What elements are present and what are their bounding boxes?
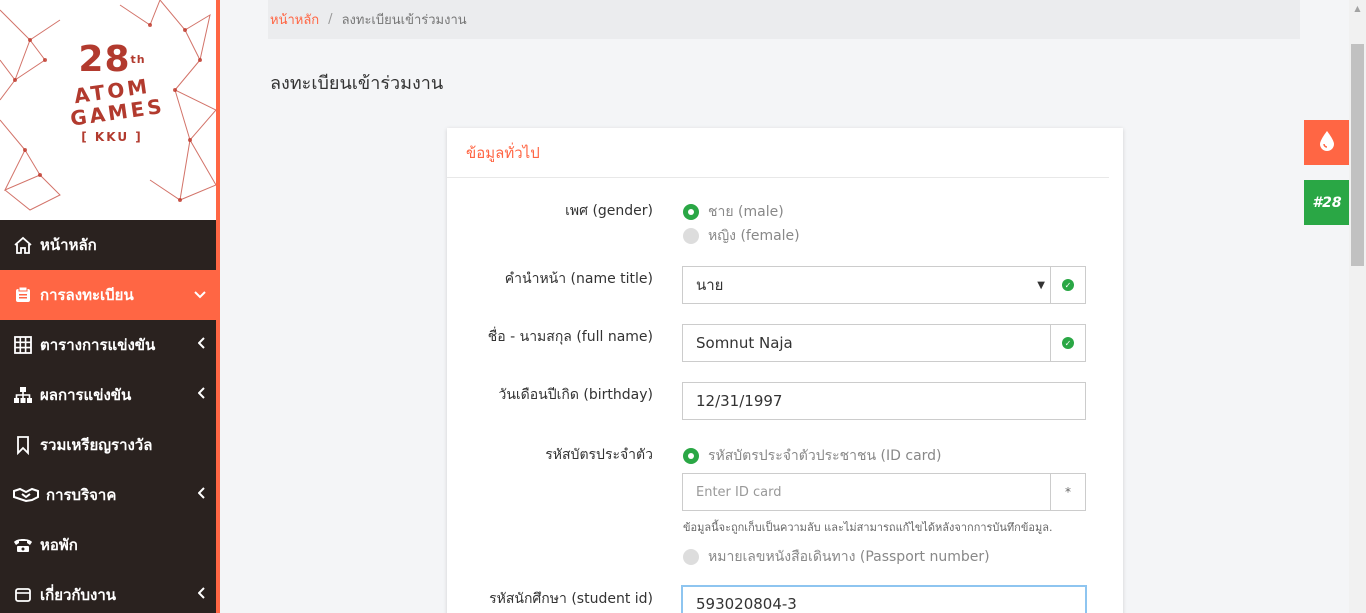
- chevron-left-icon: [197, 337, 206, 353]
- check-icon: ✓: [1062, 279, 1074, 291]
- student-id-label: รหัสนักศึกษา (student id): [489, 591, 653, 607]
- id-card-radio[interactable]: รหัสบัตรประจำตัวประชาชน (ID card): [683, 445, 942, 467]
- handshake-icon: [12, 484, 40, 506]
- passport-radio[interactable]: หมายเลขหนังสือเดินทาง (Passport number): [683, 546, 990, 568]
- breadcrumb-separator: /: [328, 12, 333, 27]
- blood-drop-icon: [1318, 130, 1336, 156]
- table-grid-icon: [12, 334, 34, 356]
- sidebar-item-label: หอพัก: [40, 536, 78, 554]
- gender-male-label: ชาย (male): [708, 204, 784, 220]
- chevron-left-icon: [197, 487, 206, 503]
- sidebar-item-donation[interactable]: การบริจาค: [0, 470, 216, 520]
- full-name-label: ชื่อ - นามสกุล (full name): [487, 329, 653, 345]
- scrollbar-thumb[interactable]: [1351, 44, 1364, 266]
- sidebar-item-label: ผลการแข่งขัน: [40, 386, 132, 404]
- sidebar-item-medals[interactable]: รวมเหรียญรางวัล: [0, 420, 216, 470]
- full-name-input[interactable]: Somnut Naja ✓: [682, 324, 1086, 362]
- sidebar-item-home[interactable]: หน้าหลัก: [0, 220, 216, 270]
- sidebar-item-label: หน้าหลัก: [40, 236, 97, 254]
- edition-badge-label: #28: [1312, 194, 1342, 211]
- breadcrumb: หน้าหลัก / ลงทะเบียนเข้าร่วมงาน: [268, 0, 1300, 39]
- info-icon: [12, 584, 34, 606]
- name-title-label: คำนำหน้า (name title): [504, 271, 653, 287]
- id-card-input[interactable]: Enter ID card *: [682, 473, 1086, 511]
- chevron-left-icon: [197, 387, 206, 403]
- birthday-input[interactable]: 12/31/1997: [682, 382, 1086, 420]
- logo[interactable]: 28th ATOM GAMES [ KKU ]: [0, 0, 216, 220]
- sidebar: 28th ATOM GAMES [ KKU ] หน้าหลัก การลงทะ…: [0, 0, 220, 613]
- blood-drop-button[interactable]: [1304, 120, 1350, 165]
- logo-tag: [ KKU ]: [81, 130, 143, 144]
- required-mark: *: [1050, 474, 1085, 510]
- name-title-select[interactable]: นาย ▼ ✓: [682, 266, 1086, 304]
- student-id-input[interactable]: 593020804-3: [681, 585, 1087, 613]
- passport-option-label: หมายเลขหนังสือเดินทาง (Passport number): [708, 549, 990, 565]
- sidebar-item-dorm[interactable]: หอพัก: [0, 520, 216, 570]
- sidebar-item-label: รวมเหรียญรางวัล: [40, 436, 153, 454]
- card-title: ข้อมูลทั่วไป: [447, 128, 1109, 178]
- registration-card: ข้อมูลทั่วไป เพศ (gender) ชาย (male) หญิ…: [447, 128, 1123, 613]
- sidebar-item-label: ตารางการแข่งขัน: [40, 336, 156, 354]
- breadcrumb-home-link[interactable]: หน้าหลัก: [270, 9, 319, 30]
- bookmark-icon: [12, 434, 34, 456]
- sitemap-icon: [12, 384, 34, 406]
- scroll-up-arrow-icon[interactable]: ▲: [1349, 0, 1366, 17]
- id-card-option-label: รหัสบัตรประจำตัวประชาชน (ID card): [708, 448, 942, 464]
- full-name-value: Somnut Naja: [696, 334, 793, 352]
- sidebar-item-results[interactable]: ผลการแข่งขัน: [0, 370, 216, 420]
- name-title-value: นาย: [696, 276, 724, 294]
- sidebar-item-label: การลงทะเบียน: [40, 286, 134, 304]
- chevron-left-icon: [197, 587, 206, 603]
- gender-female-label: หญิง (female): [708, 228, 800, 244]
- gender-female-radio[interactable]: หญิง (female): [683, 225, 800, 247]
- chevron-down-icon: [194, 287, 206, 303]
- id-card-placeholder: Enter ID card: [696, 484, 782, 500]
- name-title-valid: ✓: [1050, 267, 1085, 303]
- home-icon: [12, 234, 34, 256]
- breadcrumb-current: ลงทะเบียนเข้าร่วมงาน: [341, 13, 467, 28]
- sidebar-item-schedule[interactable]: ตารางการแข่งขัน: [0, 320, 216, 370]
- phone-icon: [12, 534, 34, 556]
- logo-text: 28th ATOM GAMES [ KKU ]: [69, 40, 166, 145]
- id-card-label: รหัสบัตรประจำตัว: [545, 447, 653, 463]
- sidebar-item-label: เกี่ยวกับงาน: [40, 586, 117, 604]
- radio-unselected-icon: [683, 228, 699, 244]
- sidebar-item-about[interactable]: เกี่ยวกับงาน: [0, 570, 216, 613]
- radio-unselected-icon: [683, 549, 699, 565]
- page-scrollbar[interactable]: ▲: [1349, 0, 1366, 613]
- page-title: ลงทะเบียนเข้าร่วมงาน: [270, 73, 444, 94]
- id-card-hint: ข้อมูลนี้จะถูกเก็บเป็นความลับ และไม่สามา…: [683, 521, 1053, 534]
- sidebar-item-register[interactable]: การลงทะเบียน: [0, 270, 216, 320]
- radio-selected-icon: [683, 448, 699, 464]
- register-icon: [12, 284, 34, 306]
- sidebar-item-label: การบริจาค: [46, 486, 117, 504]
- birthday-label: วันเดือนปีเกิด (birthday): [498, 387, 653, 403]
- birthday-value: 12/31/1997: [696, 392, 783, 410]
- caret-down-icon: ▼: [1037, 279, 1045, 291]
- radio-selected-icon: [683, 204, 699, 220]
- full-name-valid: ✓: [1050, 325, 1085, 361]
- gender-male-radio[interactable]: ชาย (male): [683, 201, 784, 223]
- student-id-value: 593020804-3: [696, 595, 797, 613]
- check-icon: ✓: [1062, 337, 1074, 349]
- edition-badge-button[interactable]: #28: [1304, 180, 1350, 225]
- gender-label: เพศ (gender): [565, 203, 653, 219]
